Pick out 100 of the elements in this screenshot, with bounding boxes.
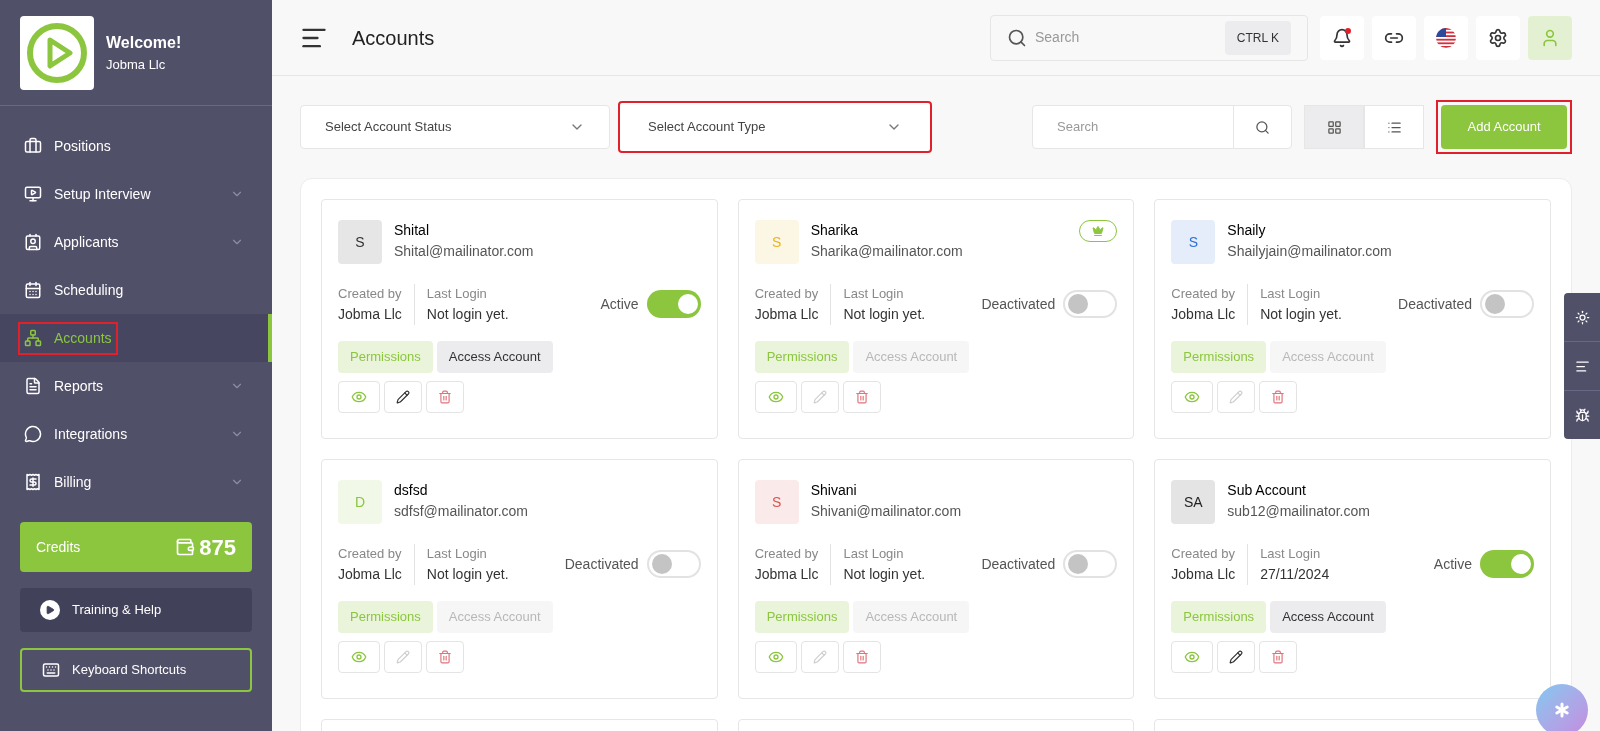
wallet-icon [175,537,196,557]
avatar: S [1171,220,1216,264]
view-button[interactable] [754,640,797,673]
created-by-label: Created by [754,545,819,563]
keyboard-icon [42,661,60,679]
created-by-label: Created by [338,285,402,303]
account-name: dsfsd [394,481,429,500]
search-icon [1007,27,1027,48]
training-button[interactable]: Training & Help [20,588,252,632]
assistant-button[interactable] [1536,684,1588,731]
sidebar-item[interactable]: Setup Interview [0,170,272,218]
created-by-value: Jobma Llc [338,564,402,584]
delete-button[interactable] [842,380,881,413]
delete-button[interactable] [842,640,881,673]
view-button[interactable] [754,380,797,413]
access-account-button[interactable]: Access Account [1270,600,1386,633]
menu-label: Billing [54,472,92,492]
sidebar-item[interactable]: Accounts [0,314,272,362]
avatar: S [754,220,799,264]
grid-icon [1326,119,1342,135]
last-login-value: Not login yet. [843,564,926,584]
sidebar-item[interactable]: Integrations [0,410,272,458]
sidebar-item[interactable]: Reports [0,362,272,410]
sidebar-item[interactable]: Applicants [0,218,272,266]
trash-icon [1271,389,1286,404]
avatar: D [338,480,382,524]
view-button[interactable] [1171,380,1214,413]
pencil-icon [812,389,827,404]
company-name: Jobma Llc [106,55,167,74]
last-login-label: Last Login [426,545,488,563]
briefcase-icon [24,137,42,155]
link-button[interactable] [1372,15,1416,60]
trash-icon [854,649,869,664]
account-name: Shital [394,221,431,240]
status-toggle[interactable] [1063,550,1118,579]
trash-icon [438,389,452,404]
account-name: Sub Account [1227,481,1307,500]
created-by-value: Jobma Llc [1171,564,1236,584]
status-label: Active [600,294,639,314]
last-login-value: Not login yet. [426,304,509,324]
delete-button[interactable] [1259,380,1298,413]
trash-icon [854,389,869,404]
menu-label: Integrations [54,424,128,444]
created-by-label: Created by [1171,545,1236,563]
profile-button[interactable] [1528,15,1572,60]
status-toggle[interactable] [646,550,701,579]
play-icon [40,600,60,620]
notification-button[interactable] [1320,15,1364,60]
flag-icon [1435,26,1457,49]
status-select[interactable]: Select Account Status [300,105,610,149]
view-toggle[interactable] [1304,105,1364,149]
avatar: S [338,220,382,264]
trash-icon [438,649,452,664]
pencil-icon [396,389,410,404]
shortcuts-button[interactable]: Keyboard Shortcuts [20,648,252,692]
account-email: Shailyjain@mailinator.com [1227,242,1393,261]
user-icon [1540,27,1560,48]
welcome-text: Welcome! [106,32,182,53]
view-button[interactable] [338,640,380,673]
last-login-label: Last Login [1260,545,1322,563]
credits-value: 875 [199,533,236,562]
created-by-label: Created by [338,545,402,563]
last-login-label: Last Login [1260,285,1322,303]
sidebar-item[interactable]: Scheduling [0,266,272,314]
created-by-value: Jobma Llc [1171,304,1236,324]
edit-button[interactable] [384,380,422,413]
status-label: Deactivated [981,294,1056,314]
avatar: SA [1171,480,1216,524]
status-toggle[interactable] [1063,290,1118,319]
page-title: Accounts [352,25,435,51]
status-toggle[interactable] [1480,550,1534,579]
sidebar-item[interactable]: Positions [0,122,272,170]
pencil-icon [1229,649,1244,664]
trash-icon [1271,649,1286,664]
search-field[interactable]: Search CTRL K [990,14,1308,61]
last-login-label: Last Login [843,285,905,303]
settings-icon [1488,27,1508,48]
status-label: Deactivated [1398,294,1472,314]
view-toggle[interactable] [1364,105,1424,149]
bug-icon [1574,407,1590,423]
language-button[interactable] [1424,15,1468,60]
menu-label: Scheduling [54,280,124,300]
play-logo-icon [26,21,88,84]
access-account-button[interactable]: Access Account [436,340,553,373]
menu-label: Positions [54,136,111,156]
status-toggle[interactable] [1480,290,1534,319]
receipt-icon [24,473,42,491]
delete-button[interactable] [426,640,464,673]
sidebar-item[interactable]: Billing [0,458,272,506]
sun-icon [1574,309,1590,325]
account-email: Shital@mailinator.com [394,242,535,261]
monitor-icon [24,185,42,203]
status-toggle[interactable] [646,290,701,319]
account-name: Shaily [1227,221,1267,240]
pencil-icon [812,649,827,664]
list-icon [1386,119,1402,135]
edit-button[interactable] [1217,640,1256,673]
account-email: Sharika@mailinator.com [810,242,964,261]
type-select[interactable]: Select Account Type [618,101,932,153]
settings-button[interactable] [1476,15,1520,60]
